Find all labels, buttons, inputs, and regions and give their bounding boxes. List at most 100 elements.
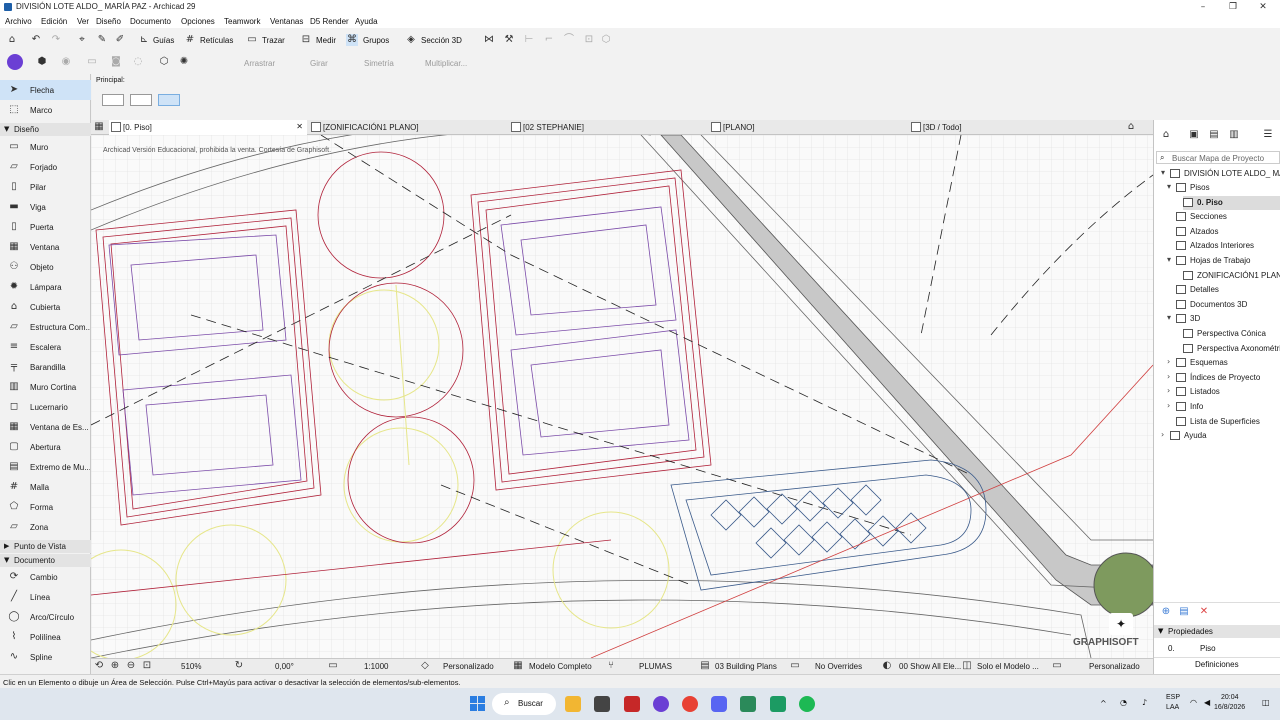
tool-flecha[interactable]: ➤ Flecha: [0, 80, 91, 100]
settings-icon[interactable]: ▤: [1178, 606, 1190, 618]
model-view-options[interactable]: Modelo Completo: [529, 662, 592, 671]
custom-combo[interactable]: Personalizado: [1089, 662, 1140, 671]
settings-icon[interactable]: ✺: [178, 56, 190, 68]
tool-design-16[interactable]: ▤ Extremo de Mu...: [0, 457, 91, 477]
propiedades-header[interactable]: ▼ Propiedades: [1154, 625, 1280, 638]
guides-icon[interactable]: ⊾: [138, 34, 150, 46]
tool-marco[interactable]: ⬚ Marco: [0, 100, 91, 120]
measure-icon[interactable]: ⊟: [300, 34, 312, 46]
trace-icon[interactable]: ▭: [246, 34, 258, 46]
arrastrar-button[interactable]: Arrastrar: [244, 59, 275, 68]
grid-icon[interactable]: #: [184, 34, 196, 46]
resize-icon[interactable]: ⊡: [583, 34, 595, 46]
sphere-icon[interactable]: ◉: [60, 56, 72, 68]
dimension-standard[interactable]: Solo el Modelo ...: [977, 662, 1039, 671]
navigator-menu-icon[interactable]: ☰: [1262, 129, 1274, 141]
pen-icon[interactable]: ⑂: [605, 660, 617, 672]
cube-icon[interactable]: ⬡: [158, 56, 170, 68]
close-window-button[interactable]: ✕: [1250, 0, 1276, 14]
tray-chevron-icon[interactable]: ^: [1100, 699, 1107, 708]
layers-icon[interactable]: ◇: [419, 660, 431, 672]
custom-icon[interactable]: ▭: [1051, 660, 1063, 672]
navigator-preview-icon[interactable]: ✦: [1109, 613, 1133, 635]
overrides-icon[interactable]: ▭: [789, 660, 801, 672]
pen-set[interactable]: PLUMAS: [639, 662, 672, 671]
nav-item-1[interactable]: 0. Piso: [1183, 195, 1280, 210]
tab-overview-icon[interactable]: ▦: [93, 121, 105, 133]
fit-icon[interactable]: ⊡: [141, 660, 153, 672]
menu-teamwork[interactable]: Teamwork: [224, 17, 260, 26]
definiciones-button[interactable]: Definiciones: [1154, 657, 1280, 670]
menu-opciones[interactable]: Opciones: [181, 17, 215, 26]
tool-doc-0[interactable]: ⟳ Cambio: [0, 567, 91, 587]
section-3d-icon[interactable]: ◈: [405, 34, 417, 46]
rotation-angle[interactable]: 0,00°: [275, 662, 294, 671]
archicad-taskbar-icon[interactable]: [770, 696, 786, 712]
rotate-icon[interactable]: ↻: [233, 660, 245, 672]
windows-start-icon[interactable]: [470, 696, 486, 712]
project-map-icon[interactable]: ⌂: [1160, 129, 1172, 141]
menu-documento[interactable]: Documento: [130, 17, 171, 26]
undo-icon[interactable]: ↶: [30, 34, 42, 46]
tray-app-icon[interactable]: ◔: [1120, 698, 1127, 707]
tab-02-stephanie[interactable]: [02 STEPHANIE]: [509, 120, 707, 135]
geometry-method-control[interactable]: [102, 94, 124, 106]
zoom-level[interactable]: 510%: [181, 662, 201, 671]
menu-archivo[interactable]: Archivo: [5, 17, 32, 26]
menu-ayuda[interactable]: Ayuda: [355, 17, 378, 26]
tool-doc-1[interactable]: ╱ Línea: [0, 587, 91, 607]
building-plans-icon[interactable]: ▤: [699, 660, 711, 672]
tool-design-11[interactable]: ╤ Barandilla: [0, 357, 91, 377]
navigator-search[interactable]: ⌕ Buscar Mapa de Proyecto: [1156, 151, 1280, 164]
section-documento[interactable]: ▼ Documento: [0, 554, 91, 567]
seccion-3d-button[interactable]: Sección 3D: [421, 36, 462, 45]
redo-icon[interactable]: ↷: [50, 34, 62, 46]
groups-icon[interactable]: ⌘: [346, 34, 358, 46]
reticulas-button[interactable]: Retículas: [200, 36, 233, 45]
syringe-icon[interactable]: ✐: [114, 34, 126, 46]
tool-design-19[interactable]: ▱ Zona: [0, 517, 91, 537]
expand-icon[interactable]: ▾: [1167, 313, 1171, 322]
expand-icon[interactable]: ▾: [1167, 255, 1171, 264]
notification-icon[interactable]: ◫: [1262, 698, 1270, 707]
add-view-icon[interactable]: ⊕: [1160, 606, 1172, 618]
split-icon[interactable]: ⋈: [483, 34, 495, 46]
menu-d5-render[interactable]: D5 Render: [310, 17, 349, 26]
multiplicar-button[interactable]: Multiplicar...: [425, 59, 467, 68]
graphic-overrides[interactable]: No Overrides: [815, 662, 862, 671]
tool-design-18[interactable]: ⬠ Forma: [0, 497, 91, 517]
view-map-icon[interactable]: ▣: [1188, 129, 1200, 141]
tool-design-1[interactable]: ▱ Forjado: [0, 157, 91, 177]
offset-icon[interactable]: ⌒: [563, 34, 575, 46]
delete-icon[interactable]: ✕: [1198, 606, 1210, 618]
tool-design-14[interactable]: ▦ Ventana de Es...: [0, 417, 91, 437]
girar-button[interactable]: Girar: [310, 59, 328, 68]
expand-icon[interactable]: ›: [1167, 401, 1170, 410]
tool-design-6[interactable]: ⚇ Objeto: [0, 257, 91, 277]
eyedropper-icon[interactable]: ✎: [96, 34, 108, 46]
language-top[interactable]: ESP: [1166, 694, 1180, 701]
intersect-icon[interactable]: ⊢: [523, 34, 535, 46]
tab-0-piso[interactable]: [0. Piso] ✕: [109, 120, 307, 135]
renovation-icon[interactable]: ◐: [881, 660, 893, 672]
taskbar-search[interactable]: ⌕ Buscar: [492, 693, 556, 715]
model-view-icon[interactable]: ▦: [512, 660, 524, 672]
expand-icon[interactable]: ›: [1167, 357, 1170, 366]
grupos-button[interactable]: Grupos: [363, 36, 389, 45]
tool-design-12[interactable]: ▥ Muro Cortina: [0, 377, 91, 397]
section-diseno[interactable]: ▼ Diseño: [0, 123, 91, 136]
tool-design-4[interactable]: ▯ Puerta: [0, 217, 91, 237]
tab-menu-icon[interactable]: ⌂: [1125, 121, 1137, 133]
publisher-icon[interactable]: ▥: [1228, 129, 1240, 141]
render-icon[interactable]: ◌: [132, 56, 144, 68]
scale-value[interactable]: 1:1000: [364, 662, 388, 671]
language-bottom[interactable]: LAA: [1166, 704, 1179, 711]
tool-design-10[interactable]: ≡ Escalera: [0, 337, 91, 357]
tool-design-7[interactable]: ✹ Lámpara: [0, 277, 91, 297]
layout-book-icon[interactable]: ▤: [1208, 129, 1220, 141]
tool-design-5[interactable]: ▦ Ventana: [0, 237, 91, 257]
tool-doc-3[interactable]: ⌇ Polilínea: [0, 627, 91, 647]
tool-doc-2[interactable]: ◯ Arco/Círculo: [0, 607, 91, 627]
volume-icon[interactable]: ◀: [1204, 698, 1210, 707]
menu-ver[interactable]: Ver: [77, 17, 89, 26]
